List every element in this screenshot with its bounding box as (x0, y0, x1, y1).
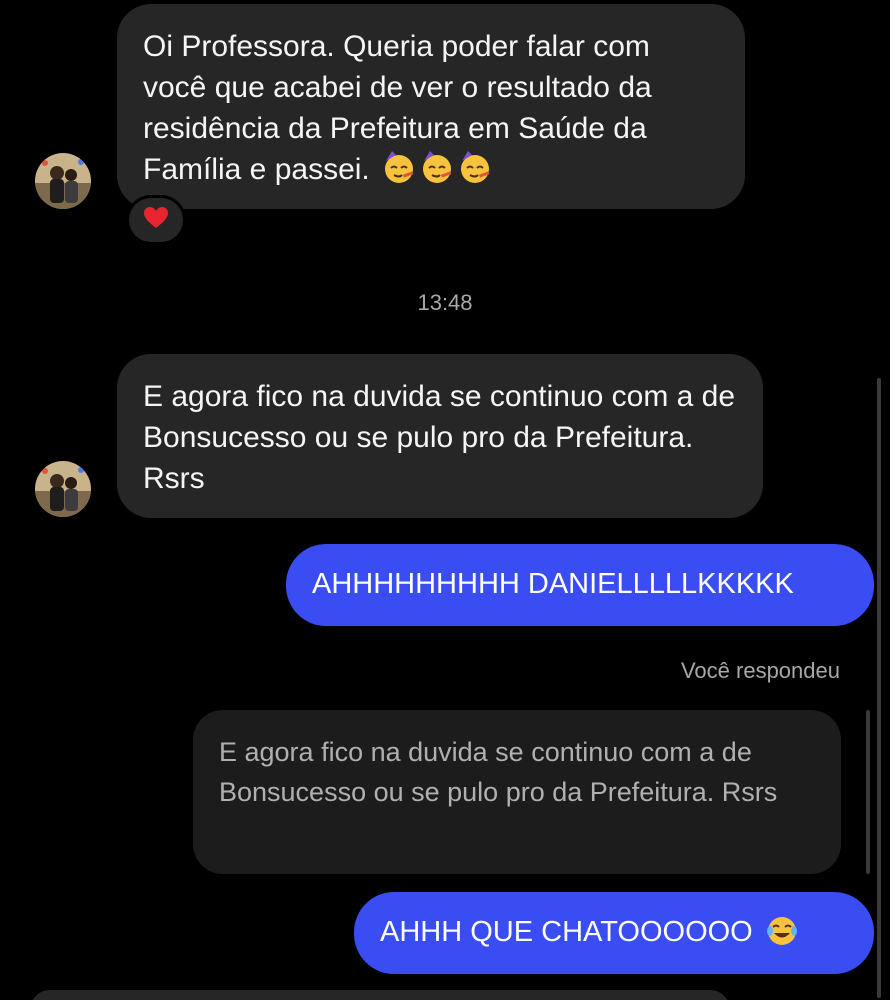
incoming-message-bubble[interactable]: Oi Professora. Queria poder falar com vo… (117, 4, 745, 209)
quoted-message-bubble[interactable]: E agora fico na duvida se continuo com a… (193, 710, 841, 874)
partying-face-icon (458, 151, 492, 185)
message-text: AHHH QUE CHATOOOOOO (380, 916, 753, 948)
avatar[interactable] (35, 153, 91, 209)
quoted-text: E agora fico na duvida se continuo com a… (219, 737, 778, 807)
timestamp: 13:48 (417, 290, 473, 315)
outgoing-message-bubble[interactable]: AHHH QUE CHATOOOOOO (354, 892, 874, 974)
outgoing-message-bubble[interactable]: AHHHHHHHHH DANIELLLLLKKKKK (286, 544, 874, 626)
message-text: AHHHHHHHHH DANIELLLLLKKKKK (312, 568, 794, 600)
reply-label: Você respondeu (680, 658, 840, 683)
tears-of-joy-icon (765, 914, 799, 948)
avatar[interactable] (35, 461, 91, 517)
scrollbar[interactable] (877, 378, 881, 998)
message-text: E agora fico na duvida se continuo com a… (143, 380, 736, 495)
incoming-message-bubble[interactable] (30, 990, 730, 1000)
incoming-message-bubble[interactable]: E agora fico na duvida se continuo com a… (117, 354, 763, 518)
heart-icon (143, 206, 169, 235)
partying-face-icon (382, 151, 416, 185)
message-reaction[interactable] (126, 195, 186, 245)
scrollbar[interactable] (866, 710, 870, 874)
partying-face-icon (420, 151, 454, 185)
